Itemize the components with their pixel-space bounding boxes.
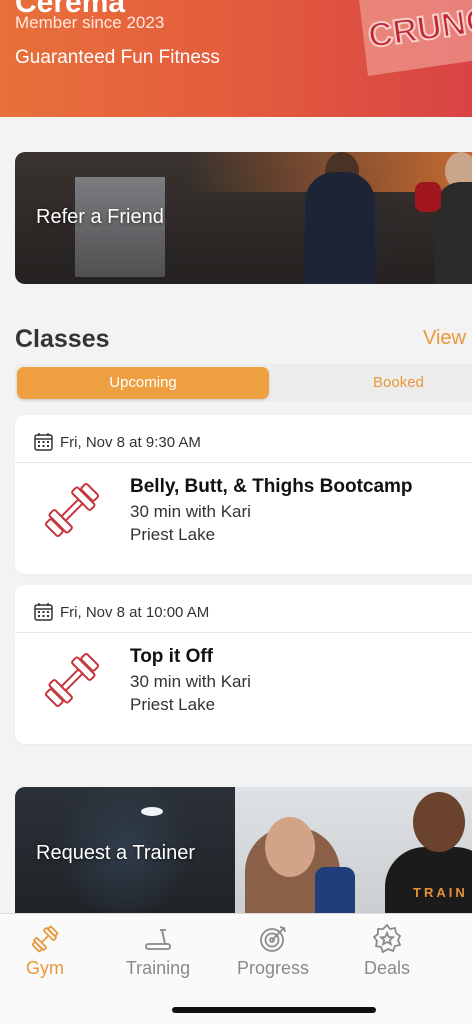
treadmill-icon xyxy=(145,929,171,950)
tab-upcoming[interactable]: Upcoming xyxy=(17,367,269,399)
class-date: Fri, Nov 8 at 10:00 AM xyxy=(60,604,210,621)
member-since: Member since 2023 xyxy=(15,13,165,32)
class-name: Belly, Butt, & Thighs Bootcamp xyxy=(130,476,413,497)
classes-title: Classes xyxy=(15,325,110,353)
class-card[interactable]: Fri, Nov 8 at 10:00 AM Top it Off 30 min… xyxy=(15,585,472,744)
tab-gym-label: Gym xyxy=(26,958,64,978)
request-a-trainer-label: Request a Trainer xyxy=(36,842,195,864)
tab-progress-label: Progress xyxy=(236,958,310,978)
tab-gym[interactable]: Gym xyxy=(0,914,104,1004)
tab-progress[interactable]: Progress xyxy=(214,914,332,1004)
badge-star-icon xyxy=(372,924,402,954)
request-a-trainer-banner[interactable]: TRAIN Request a Trainer xyxy=(15,787,472,927)
view-classes-link[interactable]: View xyxy=(423,327,466,350)
home-indicator xyxy=(172,1007,376,1013)
dumbbell-icon xyxy=(31,925,59,953)
class-location: Priest Lake xyxy=(130,695,216,714)
tab-booked[interactable]: Booked xyxy=(315,367,472,399)
target-icon xyxy=(260,926,286,952)
class-duration: 30 min with Kari xyxy=(130,672,251,691)
class-duration: 30 min with Kari xyxy=(130,502,251,521)
refer-a-friend-banner[interactable]: Refer a Friend xyxy=(15,152,472,284)
class-card[interactable]: Fri, Nov 8 at 9:30 AM Belly, Butt, & Thi… xyxy=(15,415,472,574)
class-date-row: Fri, Nov 8 at 10:00 AM xyxy=(15,585,472,633)
tab-training[interactable]: Training xyxy=(99,914,217,1004)
crunch-logo: CRUNCH xyxy=(359,0,472,76)
classes-segmented-control: Upcoming Booked xyxy=(15,364,472,402)
class-date-row: Fri, Nov 8 at 9:30 AM xyxy=(15,415,472,463)
calendar-icon xyxy=(34,603,53,621)
tab-deals-label: Deals xyxy=(363,958,411,978)
gym-tagline: Guaranteed Fun Fitness xyxy=(15,47,220,68)
barbell-icon xyxy=(44,652,100,708)
refer-a-friend-label: Refer a Friend xyxy=(36,206,164,228)
tab-training-label: Training xyxy=(125,958,191,978)
profile-header: Cerema Member since 2023 Guaranteed Fun … xyxy=(0,0,472,117)
class-name: Top it Off xyxy=(130,646,214,667)
calendar-icon xyxy=(34,433,53,451)
class-location: Priest Lake xyxy=(130,525,216,544)
barbell-icon xyxy=(44,482,100,538)
shirt-text: TRAIN xyxy=(413,885,468,900)
class-date: Fri, Nov 8 at 9:30 AM xyxy=(60,434,201,451)
tab-deals[interactable]: Deals xyxy=(328,914,446,1004)
